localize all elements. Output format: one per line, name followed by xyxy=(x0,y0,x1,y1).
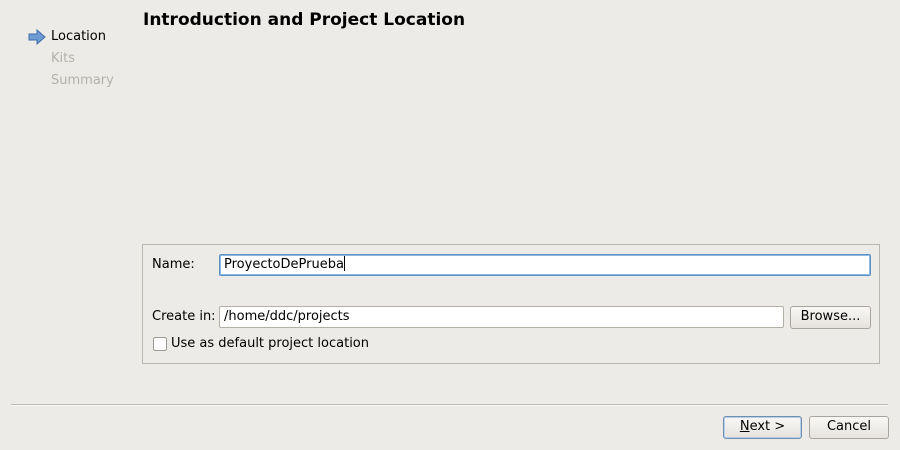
wizard-steps: Location Kits Summary xyxy=(28,28,114,94)
wizard-window: Location Kits Summary Introduction and P… xyxy=(0,0,900,450)
step-label: Location xyxy=(51,29,106,44)
next-button-label: ext > xyxy=(749,419,786,434)
footer-separator xyxy=(11,404,888,406)
step-location: Location xyxy=(28,28,114,50)
step-label: Kits xyxy=(51,51,76,66)
default-location-checkbox[interactable] xyxy=(153,337,167,351)
create-in-label: Create in: xyxy=(152,309,216,324)
name-label: Name: xyxy=(152,257,195,272)
create-in-input-value: /home/ddc/projects xyxy=(224,309,350,324)
name-input-value: ProyectoDePrueba xyxy=(224,257,344,272)
browse-button[interactable]: Browse... xyxy=(790,306,871,329)
default-location-label[interactable]: Use as default project location xyxy=(171,336,369,351)
next-button[interactable]: Next > xyxy=(723,416,802,439)
step-summary: Summary xyxy=(28,72,114,94)
step-kits: Kits xyxy=(28,50,114,72)
step-label: Summary xyxy=(51,73,114,88)
arrow-right-icon xyxy=(28,29,46,45)
create-in-input[interactable]: /home/ddc/projects xyxy=(219,306,784,328)
text-caret xyxy=(343,256,345,271)
next-button-mnemonic: N xyxy=(739,419,750,434)
name-input[interactable]: ProyectoDePrueba xyxy=(219,254,871,276)
cancel-button[interactable]: Cancel xyxy=(809,416,889,439)
project-location-group: Name: ProyectoDePrueba Create in: /home/… xyxy=(142,244,880,364)
page-title: Introduction and Project Location xyxy=(143,10,466,30)
